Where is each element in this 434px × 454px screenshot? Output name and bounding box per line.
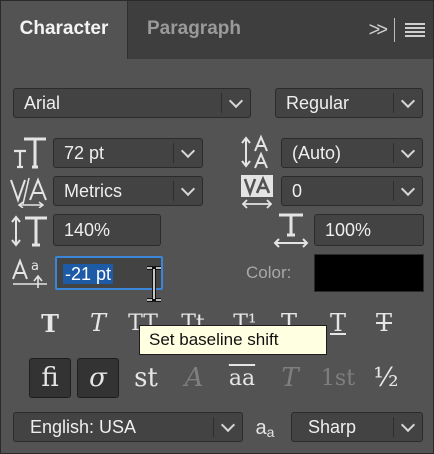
vertical-scale-value: 140% (64, 220, 111, 240)
discretionary-ligatures-button[interactable]: st (125, 358, 167, 398)
titling-alternates-button[interactable]: T (269, 358, 311, 398)
chevrons-right-icon[interactable]: >> (369, 19, 388, 42)
language-select[interactable]: English: USA (13, 412, 243, 442)
panel-tab-bar: Character Paragraph >> (1, 1, 433, 59)
horizontal-scale-input[interactable]: 100% (314, 214, 424, 246)
anti-alias-glyph-large: a (255, 416, 267, 439)
anti-alias-value: Sharp (308, 417, 357, 437)
swash-button[interactable]: A (173, 358, 215, 398)
tracking-select[interactable]: 0 (281, 176, 423, 206)
anti-alias-glyph-small: a (266, 424, 275, 440)
text-cursor-icon (147, 266, 161, 302)
contextual-alternates-button[interactable]: σ (77, 358, 119, 398)
tracking-value: 0 (292, 181, 303, 201)
chevron-down-icon[interactable] (174, 139, 202, 167)
chevron-down-icon[interactable] (222, 89, 250, 117)
svg-text:a: a (31, 259, 39, 274)
font-size-icon (11, 135, 49, 171)
font-size-value: 72 pt (64, 143, 105, 163)
font-family-value: Arial (24, 93, 61, 113)
vertical-scale-input[interactable]: 140% (53, 214, 161, 246)
font-family-select[interactable]: Arial (13, 88, 251, 118)
tab-character[interactable]: Character (1, 1, 128, 59)
kerning-icon (9, 175, 49, 209)
baseline-shift-tooltip: Set baseline shift (139, 325, 327, 355)
leading-select[interactable]: (Auto) (281, 138, 423, 168)
tracking-icon (239, 173, 275, 211)
faux-italic-button[interactable]: T (78, 305, 118, 341)
kerning-value: Metrics (64, 181, 122, 201)
chevron-down-icon[interactable] (394, 177, 422, 205)
baseline-shift-icon: a (11, 255, 51, 289)
language-value: English: USA (30, 417, 137, 437)
chevron-down-icon[interactable] (174, 177, 202, 205)
color-swatch[interactable] (314, 254, 424, 292)
fractions-button[interactable]: ½ (365, 358, 407, 398)
panel-menu-icon[interactable] (405, 23, 425, 37)
strikethrough-button[interactable]: T (364, 305, 404, 341)
character-panel: Character Paragraph >> Arial Regular 72 … (0, 0, 434, 454)
chevron-down-icon[interactable] (394, 139, 422, 167)
chevron-down-icon[interactable] (394, 413, 422, 441)
stylistic-alternates-button[interactable]: aa (221, 358, 263, 398)
baseline-shift-selected-text: -21 pt (63, 264, 114, 284)
anti-alias-select[interactable]: Sharp (291, 412, 423, 442)
tab-paragraph[interactable]: Paragraph (129, 1, 259, 59)
anti-alias-icon: aa (249, 414, 281, 442)
horizontal-scale-icon (271, 212, 311, 248)
ordinals-button[interactable]: 1st (317, 358, 359, 398)
color-label: Color: (246, 263, 292, 282)
faux-bold-button[interactable]: T (30, 305, 70, 341)
horizontal-scale-value: 100% (325, 220, 372, 240)
tab-bar-divider (394, 18, 395, 42)
kerning-select[interactable]: Metrics (53, 176, 203, 206)
font-style-select[interactable]: Regular (275, 88, 423, 118)
leading-icon (239, 133, 275, 171)
leading-value: (Auto) (292, 143, 342, 163)
tab-bar-tools: >> (369, 17, 425, 43)
vertical-scale-icon (11, 214, 49, 248)
font-size-select[interactable]: 72 pt (53, 138, 203, 168)
font-style-value: Regular (286, 93, 350, 113)
chevron-down-icon[interactable] (214, 413, 242, 441)
chevron-down-icon[interactable] (394, 89, 422, 117)
standard-ligatures-button[interactable]: fi (29, 358, 71, 398)
